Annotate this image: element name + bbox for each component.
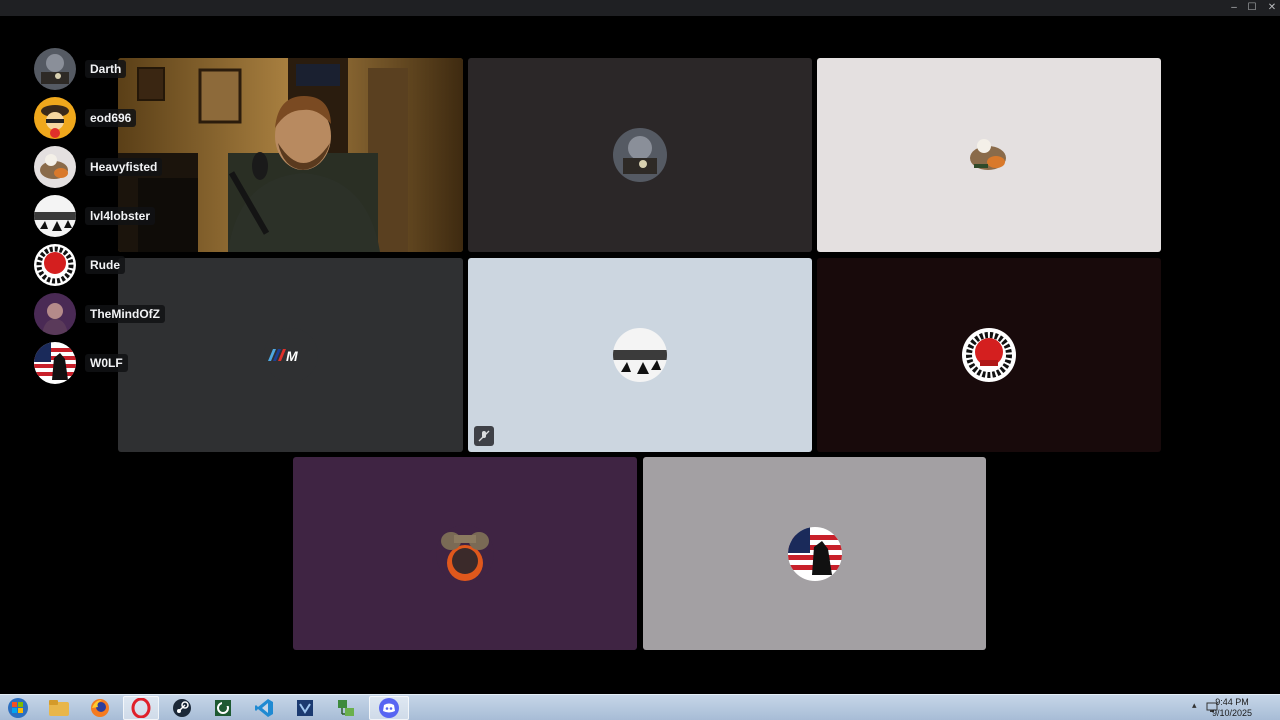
windows-start-icon[interactable] bbox=[0, 696, 36, 720]
rude-avatar bbox=[34, 244, 76, 286]
clock-date: 9/10/2025 bbox=[1211, 708, 1253, 718]
eod696-avatar bbox=[34, 97, 76, 139]
webcam-tile[interactable] bbox=[118, 58, 463, 252]
maximize-button[interactable]: ☐ bbox=[1242, 0, 1262, 16]
webcam-video bbox=[118, 58, 463, 252]
voice-member-heavyfisted[interactable]: Heavyfisted bbox=[34, 146, 163, 188]
svg-text:M: M bbox=[286, 348, 298, 364]
voice-member-lvl4lobster[interactable]: lvl4lobster bbox=[34, 195, 156, 237]
minimize-button[interactable]: – bbox=[1224, 0, 1244, 16]
heavyfisted-avatar bbox=[34, 146, 76, 188]
voice-member-name: W0LF bbox=[85, 354, 128, 372]
participant-tile-themindofz[interactable] bbox=[293, 457, 637, 650]
themindofz-avatar bbox=[34, 293, 76, 335]
taskbar-clock[interactable]: 9:44 PM 9/10/2025 bbox=[1208, 697, 1256, 719]
lvl4lobster-avatar-icon bbox=[613, 328, 667, 382]
voice-member-name: Heavyfisted bbox=[85, 158, 163, 176]
voice-member-w0lf[interactable]: W0LF bbox=[34, 342, 128, 384]
voice-member-name: lvl4lobster bbox=[85, 207, 156, 225]
file-explorer-icon[interactable] bbox=[41, 696, 77, 720]
voice-member-name: Darth bbox=[85, 60, 127, 78]
network-tool-icon[interactable] bbox=[328, 696, 364, 720]
bmw-m-avatar-icon: M bbox=[263, 328, 318, 382]
heavyfisted-avatar-icon bbox=[962, 128, 1016, 182]
close-button[interactable]: ✕ bbox=[1262, 0, 1280, 16]
clock-time: 9:44 PM bbox=[1215, 697, 1249, 707]
vscode-icon[interactable] bbox=[246, 696, 282, 720]
themindofz-avatar-icon bbox=[436, 524, 494, 583]
opera-icon[interactable] bbox=[123, 696, 159, 720]
show-hidden-icons-button[interactable]: ▴ bbox=[1192, 700, 1197, 711]
participant-tile-darth[interactable] bbox=[468, 58, 812, 252]
call-stage: M Darth eod696 Heavyfisted lvl4lobster R… bbox=[0, 16, 1280, 694]
voice-member-name: eod696 bbox=[85, 109, 137, 127]
participant-tile-rude[interactable] bbox=[817, 258, 1161, 452]
taskbar: ▴ 9:44 PM 9/10/2025 bbox=[0, 694, 1280, 720]
cheat-engine-icon[interactable] bbox=[205, 696, 241, 720]
participant-tile-w0lf[interactable] bbox=[643, 457, 986, 650]
darth-avatar bbox=[34, 48, 76, 90]
participant-tile-bmw[interactable]: M bbox=[118, 258, 463, 452]
muted-badge bbox=[474, 426, 494, 446]
voice-member-name: TheMindOfZ bbox=[85, 305, 165, 323]
firefox-icon[interactable] bbox=[82, 696, 118, 720]
discord-icon[interactable] bbox=[369, 696, 409, 720]
participant-tile-lvl4lobster[interactable] bbox=[468, 258, 812, 452]
voice-member-name: Rude bbox=[85, 256, 125, 274]
w0lf-avatar bbox=[34, 342, 76, 384]
voice-member-themindofz[interactable]: TheMindOfZ bbox=[34, 293, 165, 335]
rude-avatar-icon bbox=[962, 328, 1016, 382]
steam-icon[interactable] bbox=[164, 696, 200, 720]
voice-member-darth[interactable]: Darth bbox=[34, 48, 127, 90]
visual-studio-icon[interactable] bbox=[287, 696, 323, 720]
mic-muted-icon bbox=[478, 430, 490, 442]
lvl4lobster-avatar bbox=[34, 195, 76, 237]
voice-member-rude[interactable]: Rude bbox=[34, 244, 125, 286]
participant-tile-heavyfisted[interactable] bbox=[817, 58, 1161, 252]
window-titlebar: – ☐ ✕ bbox=[0, 0, 1280, 16]
voice-member-eod696[interactable]: eod696 bbox=[34, 97, 137, 139]
w0lf-avatar-icon bbox=[787, 526, 842, 581]
darth-avatar-icon bbox=[613, 128, 667, 182]
